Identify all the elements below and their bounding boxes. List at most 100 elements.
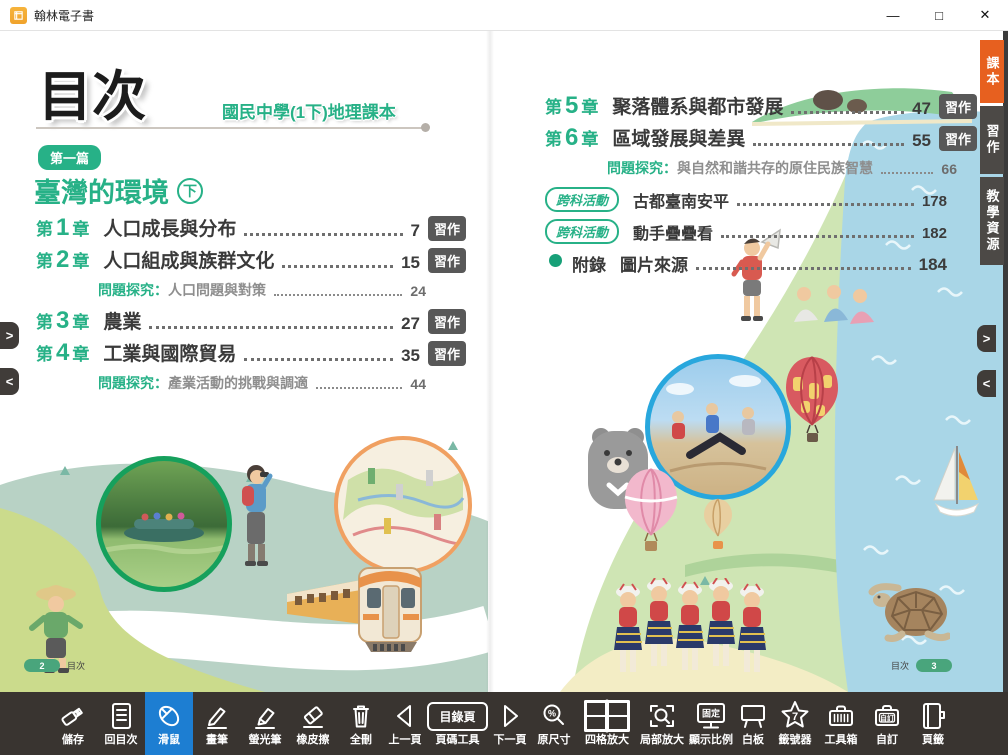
page-number: 35: [401, 345, 420, 367]
toc-entry-explore[interactable]: 問題探究： 產業活動的挑戰與調適 44: [36, 373, 426, 393]
tool-pen[interactable]: 畫筆: [193, 692, 241, 755]
toc-entry-chapter-3[interactable]: 第3章 農業 27 習作: [36, 309, 466, 335]
svg-text:7: 7: [792, 711, 798, 723]
minimize-button[interactable]: —: [870, 0, 916, 30]
workbook-badge[interactable]: 習作: [428, 248, 466, 273]
left-page-footer: 2 目次: [24, 659, 85, 672]
dot-leader: [696, 267, 911, 270]
part-title: 臺灣的環境 下: [34, 171, 203, 210]
tool-whiteboard[interactable]: 白板: [734, 692, 772, 755]
tool-custom[interactable]: 自訂 自訂: [864, 692, 910, 755]
page-number: 182: [922, 224, 947, 244]
toc-document-icon: [105, 697, 137, 735]
part-badge: 第一篇: [38, 145, 101, 170]
bottom-toolbar: 儲存 回目次 滑鼠 畫筆 螢光筆 橡皮擦 全刪: [0, 692, 1008, 755]
whiteboard-icon: [737, 697, 769, 735]
tool-prev-page[interactable]: 上一頁: [385, 692, 425, 755]
dot-leader: [737, 203, 914, 206]
right-page-back-arrow[interactable]: <: [977, 370, 996, 397]
tool-page-tabs[interactable]: 頁籤: [910, 692, 956, 755]
page-gutter: [486, 30, 494, 692]
toc-entry-explore[interactable]: 問題探究： 人口問題與對策 24: [36, 280, 426, 300]
app-book-icon: [10, 7, 27, 24]
toc-entry-chapter-1[interactable]: 第1章 人口成長與分布 7 習作: [36, 216, 466, 242]
pink-hot-air-balloon: [622, 467, 680, 560]
tab-workbook[interactable]: 習作: [980, 106, 1004, 174]
dot-leader: [149, 326, 393, 329]
sailboat-illustration: [930, 442, 982, 527]
monitor-fixed-icon: 固定: [694, 697, 728, 735]
river-boat-photo: [96, 456, 232, 592]
tool-save[interactable]: 儲存: [49, 692, 97, 755]
workbook-badge[interactable]: 習作: [939, 126, 977, 151]
workbook-badge[interactable]: 習作: [428, 309, 466, 334]
chapter-title: 人口成長與分布: [103, 218, 236, 242]
pen-icon: [201, 697, 233, 735]
page-number: 178: [922, 192, 947, 212]
page-title: 目次: [38, 52, 146, 131]
chapter-title: 人口組成與族群文化: [103, 250, 274, 274]
toc-entry-chapter-5[interactable]: 第5章 聚落體系與都市發展 47 習作: [545, 94, 977, 120]
page-tabs-icon: [917, 697, 949, 735]
tool-eraser[interactable]: 橡皮擦: [289, 692, 337, 755]
close-button[interactable]: ✕: [962, 0, 1008, 30]
part-title-text: 臺灣的環境: [34, 171, 169, 210]
dot-leader: [282, 265, 393, 268]
tab-textbook[interactable]: 課本: [980, 40, 1004, 103]
sitting-students-illustration: [790, 282, 874, 331]
left-panel-open-arrow[interactable]: >: [0, 322, 19, 349]
toc-entry-chapter-2[interactable]: 第2章 人口組成與族群文化 15 習作: [36, 248, 466, 274]
page-number: 27: [401, 313, 420, 335]
toc-entry-activity[interactable]: 跨科活動 古都臺南安平 178: [545, 187, 947, 212]
tool-mouse[interactable]: 滑鼠: [145, 692, 193, 755]
tool-page-number[interactable]: 目錄頁 頁碼工具: [425, 692, 490, 755]
page-spread: 目次 國民中學(1下)地理課本 第一篇 臺灣的環境 下 第1章 人口成長與分布 …: [0, 30, 1008, 692]
left-page-back-arrow[interactable]: <: [0, 368, 19, 395]
tool-original-size[interactable]: % 原尺寸: [530, 692, 578, 755]
workbook-badge[interactable]: 習作: [428, 216, 466, 241]
dot-leader: [721, 235, 914, 238]
magnifier-percent-icon: %: [538, 697, 570, 735]
indigenous-dancers-illustration: [612, 578, 770, 679]
next-triangle-icon: [494, 697, 526, 735]
small-hot-air-balloon: [703, 498, 733, 557]
maximize-button[interactable]: □: [916, 0, 962, 30]
toc-entry-activity[interactable]: 跨科活動 動手疊疊看 182: [545, 219, 947, 244]
toc-entry-explore[interactable]: 問題探究： 與自然和諧共存的原住民族智慧 66: [545, 158, 957, 178]
svg-text:固定: 固定: [702, 708, 721, 719]
page-number: 15: [401, 252, 420, 274]
dot-leader: [274, 294, 402, 296]
right-panel-open-arrow[interactable]: >: [977, 325, 996, 352]
tool-number-picker[interactable]: 7 籤號器: [772, 692, 818, 755]
workbook-badge[interactable]: 習作: [428, 341, 466, 366]
tool-next-page[interactable]: 下一頁: [490, 692, 530, 755]
left-page-number-pill: 2: [24, 659, 60, 672]
red-hot-air-balloon: [783, 355, 841, 454]
toc-entry-chapter-4[interactable]: 第4章 工業與國際貿易 35 習作: [36, 341, 466, 367]
title-bar: 翰林電子書 — □ ✕: [0, 0, 1008, 31]
tool-delete-all[interactable]: 全刪: [337, 692, 385, 755]
train-illustration: [283, 552, 431, 661]
tool-back-to-toc[interactable]: 回目次: [97, 692, 145, 755]
tool-region-zoom[interactable]: 局部放大: [636, 692, 688, 755]
page-number-button: 目錄頁: [427, 697, 487, 735]
chapter-title: 農業: [103, 311, 141, 335]
tool-toolbox[interactable]: 工具箱: [818, 692, 864, 755]
appendix-bullet-icon: [549, 254, 562, 267]
tool-display-ratio[interactable]: 固定 顯示比例: [688, 692, 734, 755]
tool-highlighter[interactable]: 螢光筆: [241, 692, 289, 755]
cross-discipline-badge: 跨科活動: [545, 219, 619, 244]
eraser-icon: [297, 697, 329, 735]
tool-quad-zoom[interactable]: 四格放大: [578, 692, 636, 755]
book-subtitle: 國民中學(1下)地理課本: [222, 98, 396, 123]
workbook-badge[interactable]: 習作: [939, 94, 977, 119]
chapter-title: 聚落體系與都市發展: [612, 96, 783, 120]
prev-triangle-icon: [389, 697, 421, 735]
dot-leader: [316, 387, 402, 389]
mouse-icon: [153, 697, 185, 735]
toc-entry-appendix[interactable]: 附錄 圖片來源 184: [545, 251, 947, 276]
tab-teaching-resources[interactable]: 教學資源: [980, 177, 1004, 265]
svg-text:%: %: [548, 709, 556, 719]
toc-entry-chapter-6[interactable]: 第6章 區域發展與差異 55 習作: [545, 126, 977, 152]
chapter-title: 區域發展與差異: [612, 128, 745, 152]
